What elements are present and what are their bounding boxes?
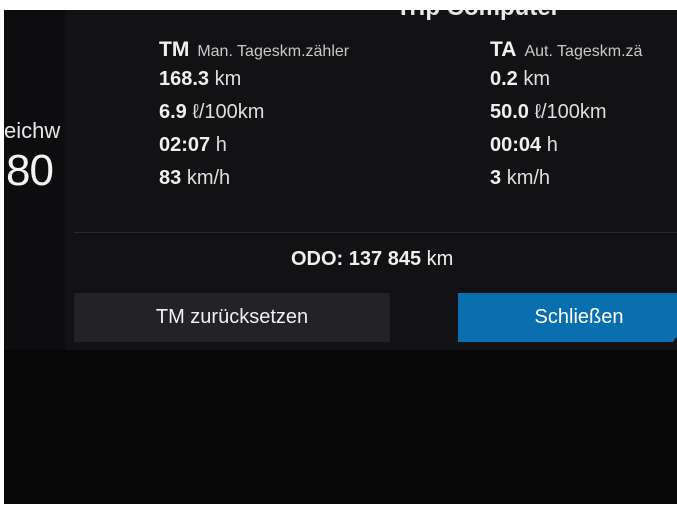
ta-header: TA Aut. Tageskm.zä [490, 38, 642, 68]
background-panel: eichw 80 [4, 10, 74, 350]
ta-speed-unit: km/h [506, 167, 551, 189]
reset-tm-button[interactable]: TM zurücksetzen [74, 293, 390, 342]
dialog-title: Trip Computer [396, 10, 560, 22]
odometer-label: ODO: [291, 248, 344, 270]
odometer: ODO: 137 845 km [291, 248, 453, 271]
background-value: 80 [6, 146, 54, 195]
tm-time-value: 02:07 [159, 134, 211, 156]
tm-distance-value: 168.3 [159, 68, 210, 90]
tm-distance-unit: km [214, 68, 242, 90]
ta-description: Aut. Tageskm.zä [524, 43, 643, 60]
ta-time-unit: h [546, 134, 558, 156]
ta-time: 00:04 h [490, 134, 642, 167]
tm-consumption-value: 6.9 [159, 101, 187, 123]
tm-consumption-unit: ℓ/100km [192, 101, 265, 123]
ta-distance: 0.2 km [490, 68, 642, 101]
tm-time: 02:07 h [159, 134, 349, 167]
ta-column: TA Aut. Tageskm.zä 0.2 km 50.0 ℓ/100km 00… [490, 38, 642, 200]
ta-consumption: 50.0 ℓ/100km [490, 101, 642, 134]
divider [74, 232, 677, 233]
tm-consumption: 6.9 ℓ/100km [159, 101, 349, 134]
ta-consumption-value: 50.0 [490, 101, 529, 123]
ta-time-value: 00:04 [490, 134, 542, 156]
ta-distance-value: 0.2 [490, 68, 518, 90]
tm-speed-value: 83 [159, 167, 182, 189]
ta-speed-value: 3 [490, 167, 502, 189]
odometer-unit: km [426, 248, 454, 270]
tm-speed-unit: km/h [186, 167, 231, 189]
tm-header: TM Man. Tageskm.zähler [159, 38, 349, 68]
background-label: eichw [4, 118, 61, 143]
close-button[interactable]: Schließen [458, 293, 677, 342]
tm-column: TM Man. Tageskm.zähler 168.3 km 6.9 ℓ/100… [159, 38, 349, 200]
tm-distance: 168.3 km [159, 68, 349, 101]
odometer-value: 137 845 [348, 248, 422, 270]
ta-abbr: TA [490, 38, 517, 61]
tm-description: Man. Tageskm.zähler [197, 43, 350, 60]
tm-abbr: TM [159, 38, 190, 61]
tm-speed: 83 km/h [159, 167, 349, 200]
tm-time-unit: h [215, 134, 227, 156]
close-button-label: Schließen [534, 306, 624, 328]
ta-distance-unit: km [523, 68, 551, 90]
trip-computer-dialog: Trip Computer TM Man. Tageskm.zähler 168.… [66, 10, 677, 350]
display-screen: eichw 80 Trip Computer TM Man. Tageskm.zä… [4, 10, 677, 504]
ta-speed: 3 km/h [490, 167, 642, 200]
ta-consumption-unit: ℓ/100km [534, 101, 607, 123]
